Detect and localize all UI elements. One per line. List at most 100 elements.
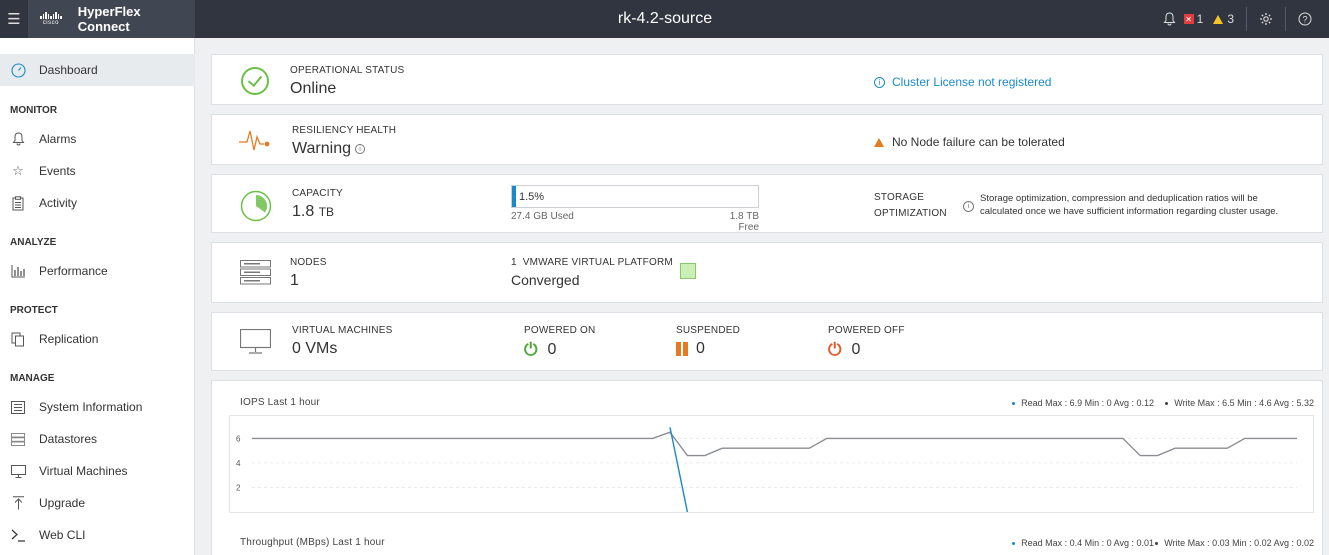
operational-status-value: Online (290, 80, 337, 97)
sidebar-item-datastores[interactable]: Datastores (0, 423, 195, 455)
capacity-unit: TB (318, 205, 335, 219)
section-protect: PROTECT (10, 305, 58, 316)
powered-off-value: 0 (851, 341, 861, 358)
platform-value[interactable]: Converged (511, 272, 580, 288)
sidebar-item-alarms[interactable]: Alarms (0, 123, 195, 155)
server-rack-icon (240, 260, 271, 290)
warning-alarms[interactable]: 3 (1213, 12, 1234, 26)
sidebar-item-system-information[interactable]: System Information (0, 391, 195, 423)
info-icon[interactable]: i (963, 201, 974, 212)
sidebar-item-label: System Information (39, 400, 143, 414)
read-legend-dot (1012, 401, 1016, 405)
operational-status-label: OPERATIONAL STATUS (290, 65, 405, 76)
critical-alarms[interactable]: ✕ 1 (1183, 12, 1204, 26)
brand-name: HyperFlex Connect (77, 4, 141, 34)
virtual-machines-label: VIRTUAL MACHINES (292, 325, 393, 336)
iops-chart[interactable]: 2 4 6 (229, 415, 1314, 513)
sidebar-item-performance[interactable]: Performance (0, 255, 195, 287)
critical-count: 1 (1196, 12, 1204, 26)
terminal-icon (10, 527, 26, 543)
resiliency-health-value: Warning (292, 140, 351, 157)
resiliency-health-label: RESILIENCY HEALTH (292, 125, 397, 136)
powered-on-label: POWERED ON (524, 325, 596, 336)
write-legend-dot (1155, 541, 1159, 545)
divider (1285, 7, 1286, 31)
iops-write-legend-text: Write Max : 6.5 Min : 4.6 Avg : 5.32 (1174, 398, 1314, 408)
bell-icon[interactable] (1163, 12, 1176, 26)
sidebar-item-label: Replication (39, 332, 99, 346)
upload-icon (10, 495, 26, 511)
platform-label: 1 VMWARE VIRTUAL PLATFORM (511, 257, 673, 268)
sidebar-item-label: Alarms (39, 132, 77, 146)
iops-write-legend[interactable]: Write Max : 6.5 Min : 4.6 Avg : 5.32 (1165, 398, 1314, 408)
power-on-icon: ⏻ (524, 340, 538, 359)
y-tick-label: 2 (236, 483, 241, 492)
copy-icon (10, 331, 26, 347)
y-tick-label: 4 (236, 459, 241, 468)
series-line-read[interactable] (669, 427, 689, 513)
power-off-icon: ⏻ (828, 340, 842, 359)
resiliency-warning: No Node failure can be tolerated (874, 135, 1065, 149)
capacity-progress-bar: 1.5% (511, 185, 759, 208)
iops-read-legend[interactable]: Read Max : 6.9 Min : 0 Avg : 0.12 (1012, 398, 1154, 408)
sidebar-item-upgrade[interactable]: Upgrade (0, 487, 195, 519)
suspended-count[interactable]: 0 (676, 340, 705, 358)
throughput-chart-title: Throughput (MBps) Last 1 hour (240, 537, 385, 548)
read-legend-dot (1012, 541, 1016, 545)
sidebar-item-events[interactable]: ☆ Events (0, 155, 195, 187)
converged-node-indicator[interactable] (680, 263, 696, 279)
capacity-used: 27.4 GB Used (511, 211, 574, 222)
license-message: Cluster License not registered (892, 75, 1052, 89)
iops-read-legend-text: Read Max : 6.9 Min : 0 Avg : 0.12 (1021, 398, 1154, 408)
sidebar-item-replication[interactable]: Replication (0, 323, 195, 355)
powered-on-value: 0 (547, 341, 557, 358)
powered-off-count[interactable]: ⏻ 0 (828, 340, 860, 360)
storage-optimization-label: STORAGE OPTIMIZATION (874, 192, 947, 219)
divider (1246, 7, 1247, 31)
license-link[interactable]: i Cluster License not registered (874, 75, 1051, 89)
resiliency-health-card: RESILIENCY HEALTH Warning i No Node fail… (211, 114, 1323, 165)
system-list-icon (10, 399, 26, 415)
help-icon[interactable]: ? (1298, 12, 1312, 26)
warning-count: 3 (1227, 12, 1234, 26)
critical-x-icon: ✕ (1183, 14, 1194, 24)
pause-icon (676, 342, 688, 356)
check-circle-icon (241, 67, 269, 95)
menu-icon[interactable]: ☰ (0, 0, 28, 38)
capacity-percent: 1.5% (519, 191, 545, 203)
sidebar-item-virtual-machines[interactable]: Virtual Machines (0, 455, 195, 487)
sidebar-item-dashboard[interactable]: Dashboard (0, 54, 195, 86)
section-monitor: MONITOR (10, 105, 58, 116)
sidebar-item-label: Dashboard (39, 63, 98, 77)
resiliency-message: No Node failure can be tolerated (892, 135, 1065, 149)
storage-optimization-message: Storage optimization, compression and de… (980, 192, 1278, 218)
suspended-label: SUSPENDED (676, 325, 741, 336)
capacity-free: 1.8 TB Free (729, 211, 759, 233)
capacity-value: 1.8 TB (292, 203, 334, 221)
cisco-logo-icon: cisco (38, 12, 64, 26)
sidebar-item-activity[interactable]: Activity (0, 187, 195, 219)
capacity-label: CAPACITY (292, 188, 343, 199)
bar-chart-icon (10, 263, 26, 279)
series-line-write[interactable] (252, 431, 1297, 457)
dashboard-gauge-icon (10, 62, 26, 78)
sidebar-item-web-cli[interactable]: Web CLI (0, 519, 195, 551)
sidebar-item-label: Upgrade (39, 496, 86, 510)
sidebar-item-label: Activity (39, 196, 78, 210)
monitor-icon (10, 463, 26, 479)
y-tick-label: 6 (236, 434, 241, 443)
warning-icon (874, 137, 884, 147)
iops-chart-title: IOPS Last 1 hour (240, 397, 320, 408)
throughput-read-legend[interactable]: Read Max : 0.4 Min : 0 Avg : 0.01 (1012, 538, 1154, 548)
powered-on-count[interactable]: ⏻ 0 (524, 340, 556, 360)
svg-text:?: ? (1302, 14, 1307, 24)
throughput-write-legend[interactable]: Write Max : 0.03 Min : 0.02 Avg : 0.02 (1155, 538, 1314, 548)
heartbeat-icon (239, 127, 273, 158)
info-icon[interactable]: i (354, 144, 365, 154)
sidebar-item-label: Virtual Machines (39, 464, 128, 478)
sidebar: Dashboard MONITOR Alarms ☆ Events Activi… (0, 38, 195, 555)
cisco-wordmark: cisco (42, 20, 59, 26)
gear-icon[interactable] (1259, 12, 1273, 26)
top-bar: ☰ cisco HyperFlex Connect rk-4.2-source … (0, 0, 1329, 38)
sidebar-item-label: Web CLI (39, 528, 86, 542)
